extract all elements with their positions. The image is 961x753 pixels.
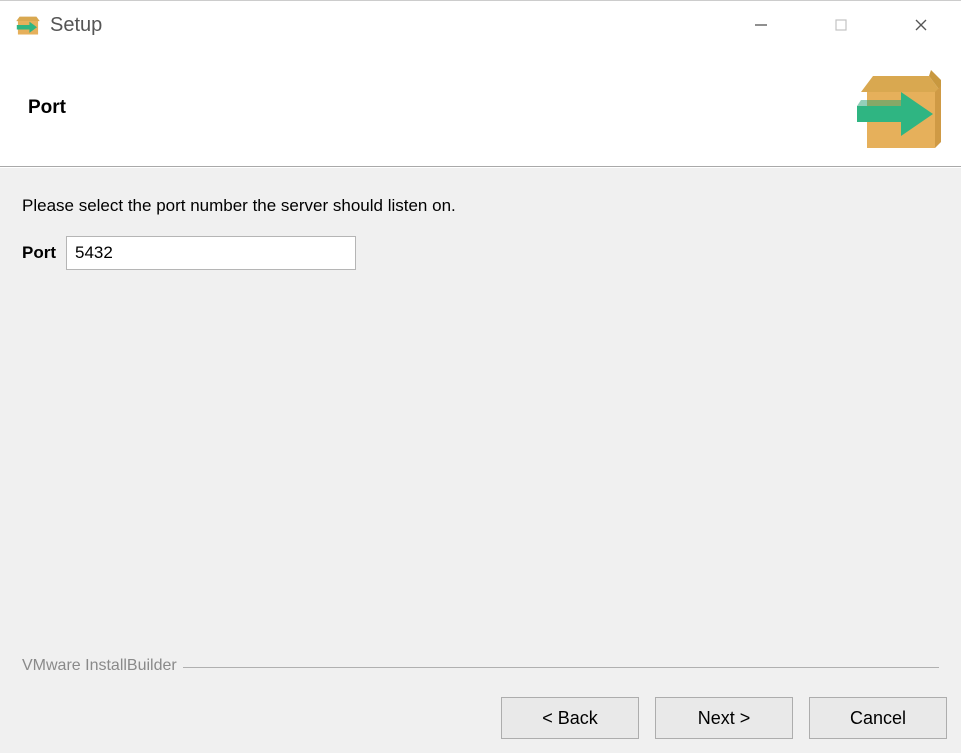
port-row: Port [22,236,939,270]
next-button[interactable]: Next > [655,697,793,739]
cancel-button[interactable]: Cancel [809,697,947,739]
branding: VMware InstallBuilder [22,657,939,677]
wizard-footer: < Back Next > Cancel [0,691,961,753]
back-button[interactable]: < Back [501,697,639,739]
page-header: Port [0,49,961,167]
close-button[interactable] [881,1,961,49]
page-heading: Port [28,97,66,119]
setup-window: Setup Port [0,0,961,753]
branding-text: VMware InstallBuilder [22,657,183,675]
port-input[interactable] [66,236,356,270]
window-controls [721,1,961,49]
window-title: Setup [50,14,102,37]
titlebar: Setup [0,1,961,49]
box-arrow-icon [14,11,42,39]
instruction-text: Please select the port number the server… [22,196,939,216]
maximize-button[interactable] [801,1,881,49]
page-body: Please select the port number the server… [0,167,961,691]
port-label: Port [22,243,56,263]
box-arrow-icon-large [851,60,951,160]
minimize-button[interactable] [721,1,801,49]
